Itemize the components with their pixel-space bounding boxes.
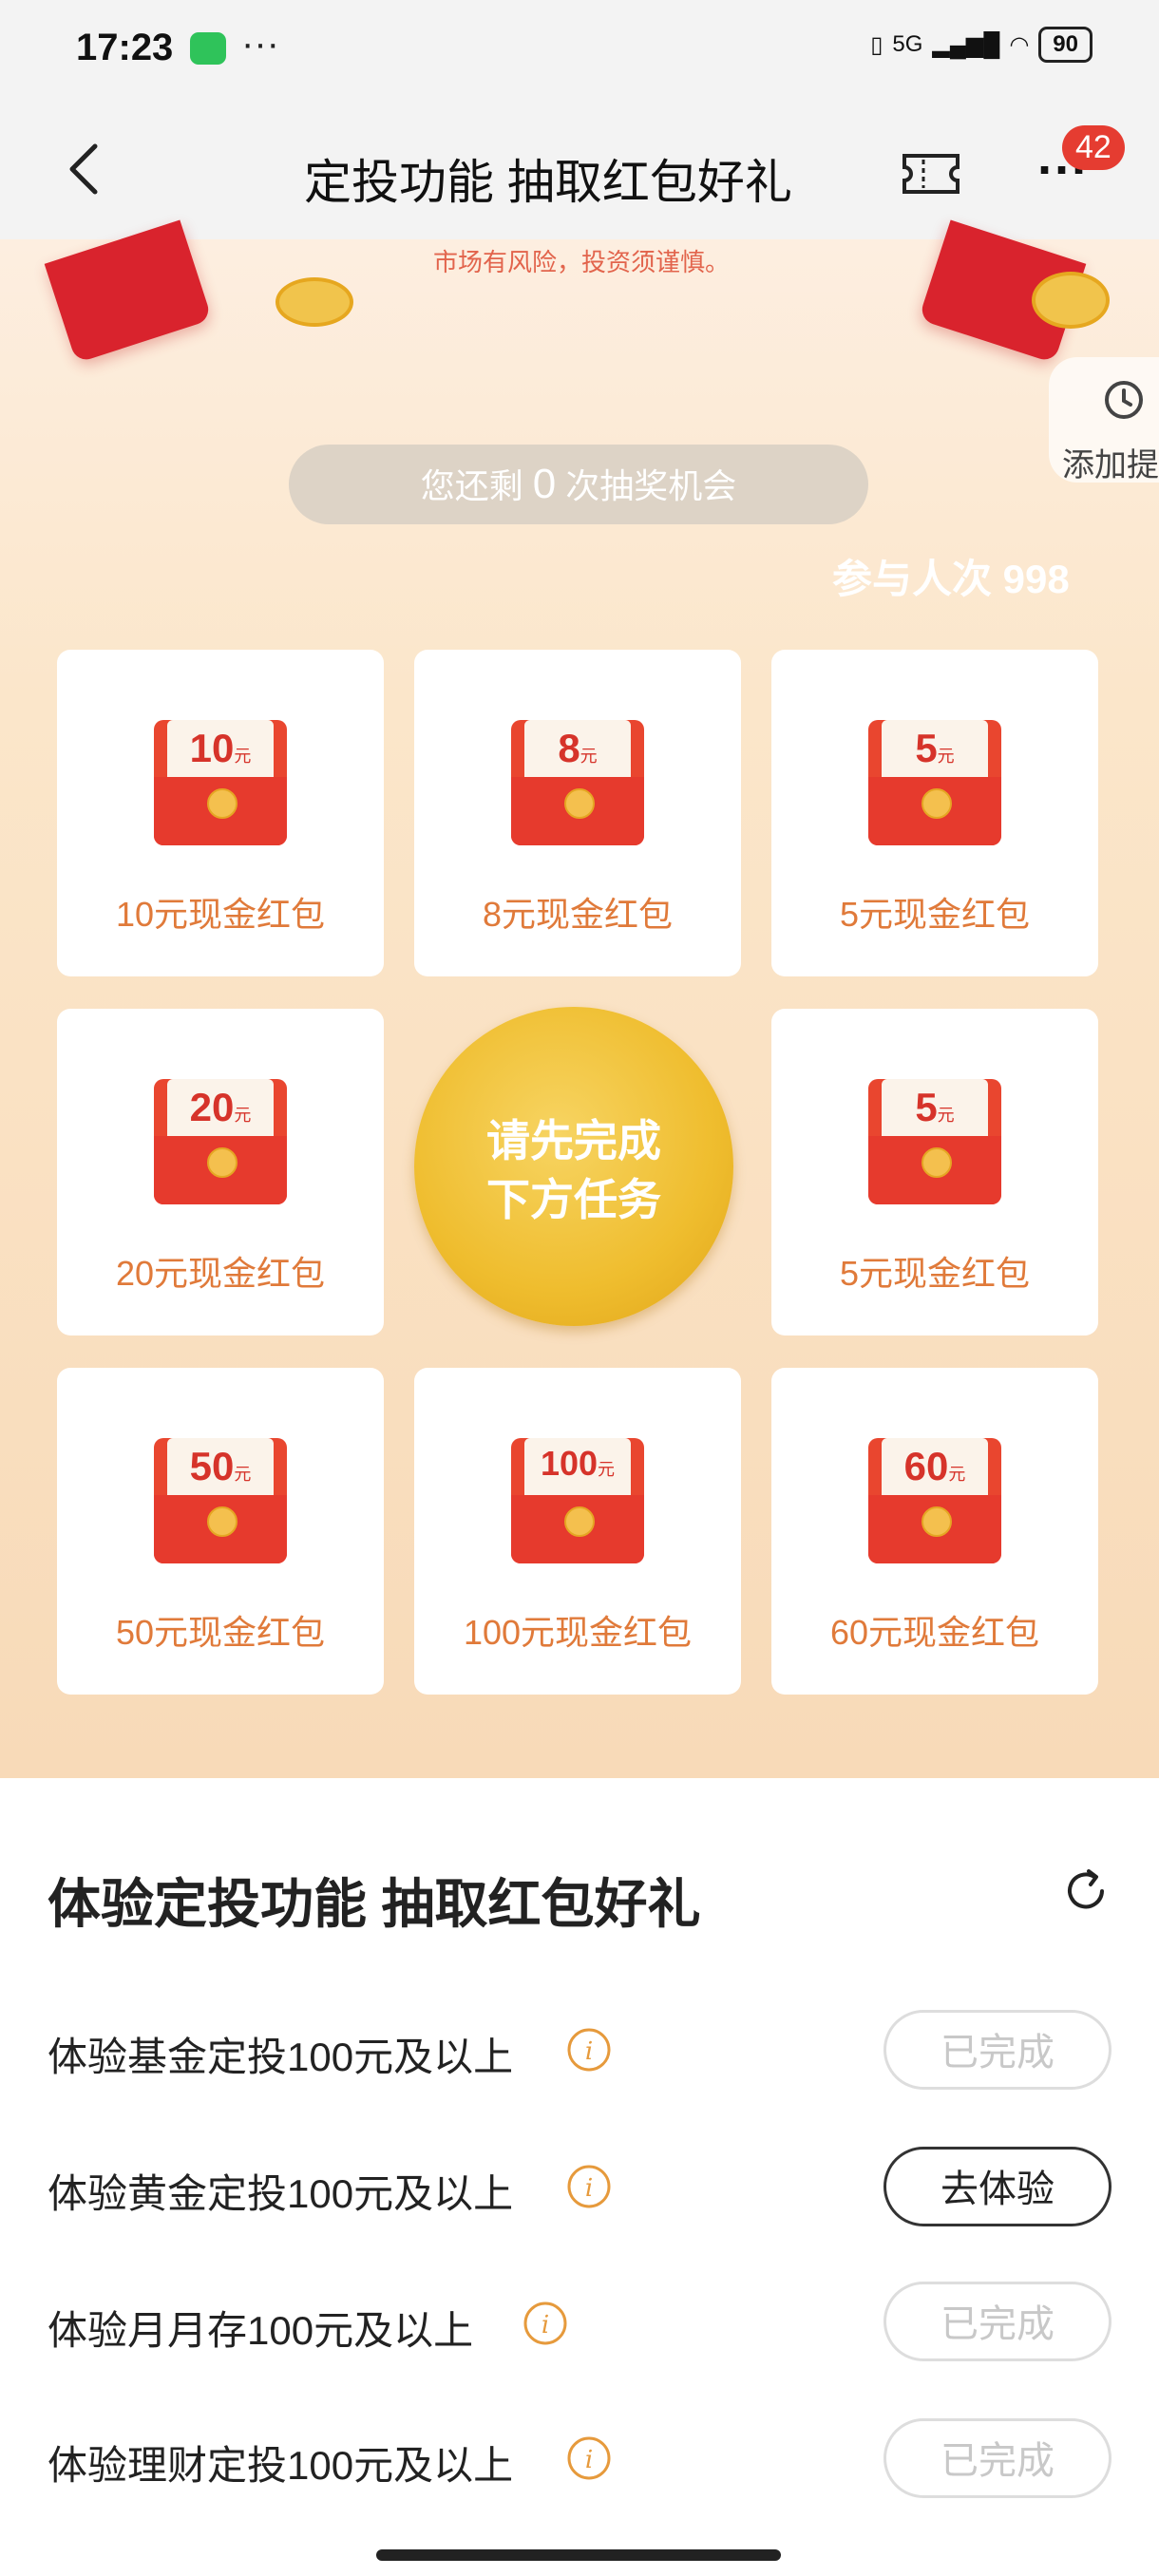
prize-unit: 元 [937,1106,955,1125]
ticket-icon[interactable] [901,152,961,196]
page-title: 定投功能 抽取红包好礼 [304,156,792,209]
status-bar: 17:23 ··· ▯ 5G ▂▄▆█ ◠ 90 [0,0,1159,103]
participant-count: 参与人次 998 [832,557,1070,601]
red-envelope-icon: 5元 [868,1079,1001,1204]
prize-label: 10元现金红包 [115,895,326,934]
prize-unit: 元 [598,1460,616,1479]
red-envelope-icon: 100元 [511,1438,644,1563]
draw-button-label[interactable]: 请先完成 下方任务 [414,1111,733,1229]
info-icon[interactable]: i [566,2435,612,2481]
add-reminder-label[interactable]: 添加提 [1062,439,1159,485]
nav-bar: 定投功能 抽取红包好礼 ··· 42 [0,103,1159,239]
task-label: 体验月月存100元及以上 [48,2308,474,2353]
prize-cell: 10元 10元现金红包 [57,650,384,976]
wifi-icon: ◠ [1009,31,1030,58]
prize-amount: 8 [558,726,580,770]
coin-decoration [276,277,353,327]
prize-amount: 60 [903,1444,949,1488]
prize-label: 60元现金红包 [829,1613,1040,1652]
red-envelope-icon: 10元 [154,720,287,845]
draw-button-line1: 请先完成 [486,1116,661,1165]
chances-count: 0 [532,461,557,507]
prize-cell: 5元 5元现金红包 [771,1009,1098,1335]
signal-icon: 5G [892,31,923,57]
prize-amount: 5 [915,726,938,770]
prize-label: 50元现金红包 [115,1613,326,1652]
task-done-button[interactable]: 已完成 [884,2282,1112,2361]
prize-unit: 元 [937,747,955,766]
chances-suffix: 次抽奖机会 [565,466,737,505]
red-envelope-icon: 8元 [511,720,644,845]
prize-label: 5元现金红包 [839,895,1031,934]
task-done-button[interactable]: 已完成 [884,2010,1112,2090]
prize-amount: 20 [189,1085,235,1129]
status-more-icon: ··· [241,23,279,65]
signal-bars-icon: ▂▄▆█ [932,31,1000,58]
vibrate-icon: ▯ [870,31,884,58]
prize-unit: 元 [948,1465,966,1484]
prize-amount: 50 [189,1444,235,1488]
status-time: 17:23 [76,27,174,68]
wechat-icon [190,32,226,65]
info-icon[interactable]: i [566,2164,612,2209]
go-experience-button[interactable]: 去体验 [884,2147,1112,2226]
prize-unit: 元 [234,1106,252,1125]
prize-label: 8元现金红包 [482,895,674,934]
red-envelope-icon: 20元 [154,1079,287,1204]
info-icon[interactable]: i [522,2301,568,2346]
prize-unit: 元 [234,747,252,766]
svg-text:i: i [542,2311,549,2339]
alarm-clock-icon[interactable] [1100,374,1148,422]
red-envelope-icon: 60元 [868,1438,1001,1563]
prize-cell: 5元 5元现金红包 [771,650,1098,976]
home-indicator[interactable] [376,2549,781,2561]
refresh-icon[interactable] [1060,1866,1112,1917]
prize-amount: 10 [189,726,235,770]
prize-cell: 50元 50元现金红包 [57,1368,384,1695]
chances-prefix: 您还剩 [420,466,523,505]
red-envelope-icon: 5元 [868,720,1001,845]
notification-badge: 42 [1062,125,1125,170]
prize-unit: 元 [580,747,598,766]
task-label: 体验理财定投100元及以上 [48,2443,514,2488]
battery-icon: 90 [1038,27,1092,63]
coin-decoration [1032,272,1110,329]
svg-text:i: i [585,2446,593,2474]
prize-cell: 8元 8元现金红包 [414,650,741,976]
status-indicators: ▯ 5G ▂▄▆█ ◠ 90 [870,27,1092,63]
task-section-title: 体验定投功能 抽取红包好礼 [48,1874,701,1934]
prize-unit: 元 [234,1465,252,1484]
back-icon[interactable] [63,141,104,198]
prize-amount: 5 [915,1085,938,1129]
draw-chances-pill: 您还剩 0 次抽奖机会 [289,445,868,524]
prize-cell: 20元 20元现金红包 [57,1009,384,1335]
prize-label: 100元现金红包 [463,1613,693,1652]
prize-amount: 100 [540,1444,598,1483]
task-label: 体验黄金定投100元及以上 [48,2171,514,2216]
prize-label: 5元现金红包 [839,1254,1031,1293]
task-done-button[interactable]: 已完成 [884,2418,1112,2498]
prize-cell: 100元 100元现金红包 [414,1368,741,1695]
risk-notice: 市场有风险，投资须谨慎。 [433,248,731,276]
svg-text:i: i [585,2174,593,2203]
prize-label: 20元现金红包 [115,1254,326,1293]
info-icon[interactable]: i [566,2027,612,2073]
red-envelope-icon: 50元 [154,1438,287,1563]
task-label: 体验基金定投100元及以上 [48,2035,514,2079]
svg-text:i: i [585,2037,593,2066]
prize-cell: 60元 60元现金红包 [771,1368,1098,1695]
draw-button-line2: 下方任务 [486,1175,661,1224]
